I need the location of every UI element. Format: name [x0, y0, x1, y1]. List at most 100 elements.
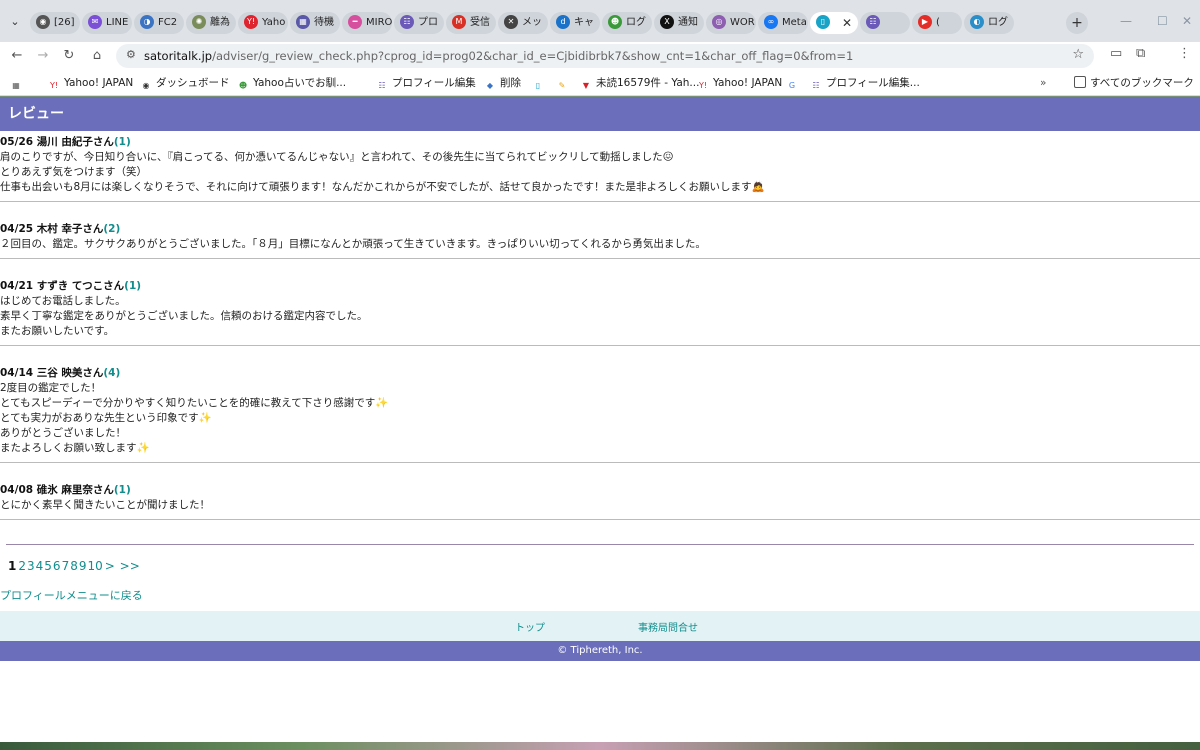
review-text-line: ありがとうございました！ [0, 427, 126, 439]
review-item: 04/08 碓氷 麻里奈さん(1) とにかく素早く聞きたいことが聞けました！ [0, 463, 1200, 520]
url-text[interactable]: satoritalk.jp/adviser/g_review_check.php… [144, 44, 853, 68]
bookmark-item[interactable]: ✎ [556, 75, 572, 92]
browser-tab[interactable]: X 通知 [654, 12, 704, 34]
line-icon: ✉ [88, 15, 102, 29]
maximize-icon[interactable]: ☐ [1157, 14, 1168, 28]
browser-tab[interactable]: ◐ ログ [964, 12, 1014, 34]
home-icon[interactable]: ⌂ [86, 46, 108, 66]
review-count: (4) [103, 367, 121, 379]
review-text-line: とりあえず気をつけます（笑） [0, 166, 147, 178]
page-link[interactable]: 2 [18, 559, 26, 573]
review-item: 04/21 すずき てつこさん(1) はじめてお電話しました。 素早く丁寧な鑑定をあ… [0, 259, 1200, 346]
browser-tab[interactable]: ☷ [860, 12, 910, 34]
page-link[interactable]: 5 [44, 559, 52, 573]
bookmarks-bar: ▦ Y! Yahoo! JAPAN ◉ ダッシュボード ☻ Yahoo占いでお馴... ☷ プロ… [0, 70, 1200, 96]
fc2-icon: ◑ [140, 15, 154, 29]
tab-label: MIRO [366, 17, 392, 28]
back-arrow-icon[interactable]: ← [6, 46, 28, 66]
browser-tab[interactable]: ◎ WOR [706, 12, 756, 34]
browser-tab[interactable]: ∞ Meta [758, 12, 808, 34]
review-date-name: 04/08 碓氷 麻里奈さん [0, 484, 114, 496]
page-link[interactable]: 10 [87, 559, 102, 573]
browser-tab[interactable]: M 受信 [446, 12, 496, 34]
x-icon: X [660, 15, 674, 29]
tab-label: キャ [574, 17, 594, 28]
tab-label: [26] [54, 17, 75, 28]
tab-search-button[interactable]: ⌄ [4, 12, 26, 32]
review-item: 04/25 木村 幸子さん(2) ２回目の、鑑定。サクサクありがとうございました。… [0, 202, 1200, 259]
bookmark-item[interactable]: Y! Yahoo! JAPAN [48, 75, 133, 92]
bookmark-item[interactable]: ☷ プロフィール編集 [376, 75, 475, 92]
review-header: 04/08 碓氷 麻里奈さん(1) [0, 483, 1200, 498]
profile-icon: ☷ [400, 15, 414, 29]
browser-tab[interactable]: ◑ FC2 [134, 12, 184, 34]
review-count: (1) [124, 280, 142, 292]
bookmark-label: プロフィール編集... [826, 77, 920, 89]
browser-tab[interactable]: d キャ [550, 12, 600, 34]
bookmark-item[interactable]: ☻ Yahoo占いでお馴... [237, 75, 346, 92]
browser-tab[interactable]: ━ MIRO [342, 12, 392, 34]
bookmark-item[interactable]: Y! Yahoo! JAPAN [697, 75, 782, 92]
profile-menu-back-link[interactable]: プロフィールメニューに戻る [0, 573, 1200, 603]
browser-tab[interactable]: Y! Yaho [238, 12, 288, 34]
page-link[interactable]: 4 [36, 559, 44, 573]
menu-kebab-icon[interactable]: ⋮ [1178, 46, 1191, 61]
extensions-icon[interactable]: ⧉ [1136, 46, 1145, 61]
mail-flag-icon: ▼ [582, 81, 590, 90]
review-text-line: 素早く丁寧な鑑定をありがとうございました。信頼のおける鑑定内容でした。 [0, 310, 368, 322]
browser-tab[interactable]: ◉ [26] [30, 12, 80, 34]
dashboard-icon: ◉ [142, 81, 150, 90]
bookmark-label: Yahoo! JAPAN [64, 77, 134, 89]
compass-icon: ✺ [192, 15, 206, 29]
page-title: レビュー [0, 97, 1200, 131]
browser-tab[interactable]: ▯ ✕ [810, 12, 858, 34]
footer-link-contact[interactable]: 事務局問合せ [638, 619, 698, 634]
page-next-link[interactable]: > [105, 559, 115, 573]
reload-icon[interactable]: ↻ [58, 46, 80, 66]
forward-arrow-icon[interactable]: → [32, 46, 54, 66]
browser-tab[interactable]: ☷ プロ [394, 12, 444, 34]
page-link[interactable]: 7 [62, 559, 70, 573]
page-last-link[interactable]: >> [120, 559, 140, 573]
bookmark-item[interactable]: ▯ [532, 75, 548, 92]
browser-tab[interactable]: ▶( [912, 12, 962, 34]
all-bookmarks-folder[interactable]: すべてのブックマーク [1074, 75, 1194, 91]
more-bookmarks-chevron-icon[interactable]: » [1040, 75, 1046, 91]
browser-tab[interactable]: ▦ 待機 [290, 12, 340, 34]
tab-label: ログ [626, 17, 646, 28]
browser-tab[interactable]: ☻ ログ [602, 12, 652, 34]
new-tab-button[interactable]: + [1066, 12, 1088, 34]
page-link[interactable]: 9 [79, 559, 87, 573]
page-link[interactable]: 8 [70, 559, 78, 573]
footer-link-top[interactable]: トップ [515, 619, 545, 634]
frog-icon: ☻ [608, 15, 622, 29]
page-link[interactable]: 3 [27, 559, 35, 573]
site-info-icon[interactable]: ⚙ [126, 48, 136, 61]
browser-tab[interactable]: ✕ メッ [498, 12, 548, 34]
bookmark-item[interactable]: ▼ 未読16579件 - Yah... [580, 75, 700, 92]
tab-label: WOR [730, 17, 755, 28]
browser-tab[interactable]: ✉ LINE [82, 12, 132, 34]
review-date-name: 04/14 三谷 映美さん [0, 367, 104, 379]
review-date-name: 05/26 湯川 由紀子さん [0, 136, 114, 148]
browser-tab[interactable]: ✺ 離為 [186, 12, 236, 34]
yahoo-icon: Y! [698, 81, 708, 90]
bookmark-item[interactable]: ◆ 削除 [484, 75, 521, 92]
bookmark-label: Yahoo! JAPAN [713, 77, 783, 89]
page-link[interactable]: 6 [53, 559, 61, 573]
review-text-line: とても実力がおありな先生という印象です✨ [0, 412, 212, 424]
bookmark-item[interactable]: G [786, 75, 802, 92]
bookmark-item[interactable]: ▦ [10, 75, 26, 92]
review-text-line: ２回目の、鑑定。サクサクありがとうございました。「８月」目標になんとか頑張って生… [0, 238, 706, 250]
tab-label: 通知 [678, 17, 698, 28]
address-bar[interactable]: ⚙ satoritalk.jp/adviser/g_review_check.p… [116, 44, 1094, 68]
chromecast-icon[interactable]: ▭ [1110, 46, 1122, 61]
bookmark-item[interactable]: ◉ ダッシュボード [140, 75, 230, 92]
bookmark-item[interactable]: ☷ プロフィール編集... [810, 75, 920, 92]
bookmark-star-icon[interactable]: ☆ [1072, 47, 1084, 62]
minimize-icon[interactable]: — [1120, 14, 1132, 28]
close-window-icon[interactable]: ✕ [1182, 14, 1192, 28]
tab-label: 離為 [210, 17, 230, 28]
review-item: 04/14 三谷 映美さん(4) 2度目の鑑定でした！ とてもスピーディーで分かりや… [0, 346, 1200, 463]
close-tab-icon[interactable]: ✕ [842, 12, 852, 34]
